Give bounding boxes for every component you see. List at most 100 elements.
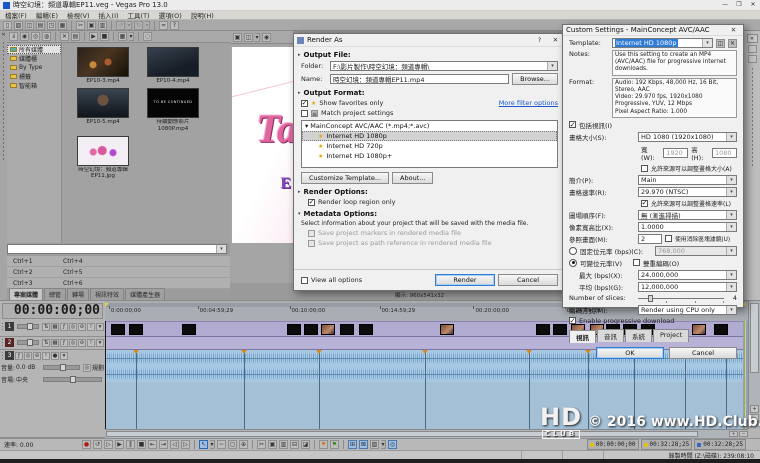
selection-edit-tool-button[interactable]: ◻ bbox=[228, 440, 237, 449]
make-compositing-child-icon[interactable]: ⇅ bbox=[42, 323, 50, 331]
view-all-options-checkbox[interactable] bbox=[301, 277, 308, 284]
compositing-mode-dropdown-icon[interactable]: ▾ bbox=[96, 339, 104, 347]
folder-combobox[interactable]: F:\影片製作\時空幻境：頻道專輯\▾ bbox=[330, 61, 558, 71]
audio-track-events[interactable] bbox=[105, 350, 743, 429]
framerate-combobox[interactable]: 29.970 (NTSC)▾ bbox=[638, 187, 737, 197]
event-boundary[interactable] bbox=[136, 350, 137, 429]
customize-template-button[interactable]: Customize Template... bbox=[301, 172, 389, 184]
undo-dropdown-icon[interactable]: ▾ bbox=[127, 21, 132, 30]
slices-slider[interactable] bbox=[638, 294, 724, 303]
pixel-aspect-combobox[interactable]: 1.0000▾ bbox=[638, 222, 737, 232]
audio-track-header[interactable]: 3 ƒ◎⊘!●▾ 音量: 0.0 dB ◎ 規劃 音場: 中央 bbox=[0, 350, 105, 438]
get-media-from-web-icon[interactable]: ◍ bbox=[42, 32, 51, 41]
import-media-icon[interactable]: ⇓ bbox=[9, 32, 18, 41]
cbr-radio[interactable] bbox=[569, 247, 577, 255]
timecode-display[interactable]: 00:00:00;00 bbox=[2, 303, 103, 319]
profile-combobox[interactable]: Main▾ bbox=[638, 175, 737, 185]
pin-panel-icon[interactable] bbox=[748, 45, 757, 53]
cancel-button[interactable]: Cancel bbox=[498, 274, 558, 286]
mute-icon[interactable]: ⊘ bbox=[78, 339, 86, 347]
panel-tab[interactable]: 媒體產生器 bbox=[125, 288, 165, 300]
render-template-row[interactable]: ★ Internet HD 1080p+ bbox=[302, 151, 557, 161]
ripple-mode-dropdown[interactable]: ▾ bbox=[381, 440, 386, 449]
track-fx-icon[interactable]: ƒ bbox=[60, 323, 68, 331]
include-video-checkbox[interactable] bbox=[569, 121, 576, 128]
minimize-button[interactable]: — bbox=[718, 0, 732, 10]
go-to-end-button[interactable]: ⇥ bbox=[159, 440, 168, 449]
enable-snapping-icon[interactable]: ≍ bbox=[159, 21, 168, 30]
panel-tab[interactable]: 轉場 bbox=[67, 288, 89, 300]
menu-item[interactable]: 選項(O) bbox=[159, 10, 182, 20]
preview-quality-icon[interactable]: ◫ bbox=[244, 33, 253, 42]
help-button[interactable]: ? bbox=[533, 35, 546, 45]
progressive-download-checkbox[interactable] bbox=[569, 317, 576, 324]
maximize-button[interactable]: ❐ bbox=[732, 0, 746, 10]
rate-label[interactable]: 速率: 0.00 bbox=[4, 440, 80, 449]
event-boundary[interactable] bbox=[244, 350, 245, 429]
clip-thumbnail[interactable] bbox=[359, 324, 373, 335]
cut-events-button[interactable]: ✂ bbox=[257, 440, 266, 449]
volume-slider[interactable] bbox=[43, 365, 80, 370]
event-boundary[interactable] bbox=[726, 350, 727, 429]
event-boundary[interactable] bbox=[588, 350, 589, 429]
scrollbar-thumb[interactable] bbox=[106, 431, 698, 437]
views-icon[interactable]: ▦ bbox=[118, 32, 127, 41]
normal-edit-tool-button[interactable]: ↖ bbox=[199, 440, 208, 449]
menu-item[interactable]: 編輯(E) bbox=[36, 10, 58, 20]
paste-events-button[interactable]: ▥ bbox=[279, 440, 288, 449]
copy-icon[interactable]: ▣ bbox=[87, 21, 96, 30]
ignore-event-grouping-button[interactable]: ▧ bbox=[370, 440, 379, 449]
close-button[interactable]: ✕ bbox=[549, 35, 562, 45]
media-item[interactable]: EP10-5.mp4 bbox=[70, 88, 136, 132]
close-panel-icon[interactable]: ✕ bbox=[747, 34, 758, 43]
views-dropdown-icon[interactable]: ▾ bbox=[129, 32, 134, 41]
event-boundary[interactable] bbox=[634, 350, 635, 429]
clip-thumbnail[interactable] bbox=[111, 324, 125, 335]
media-item[interactable]: EP10-3.mp4 bbox=[70, 47, 136, 84]
selection-start-field[interactable]: 00:00:00;00 bbox=[587, 439, 639, 450]
name-input[interactable]: 時空幻境：頻道專輯EP11.mp4 bbox=[330, 74, 509, 84]
show-favorites-checkbox[interactable] bbox=[301, 100, 308, 107]
mute-icon[interactable]: ⊘ bbox=[78, 323, 86, 331]
about-button[interactable]: About... bbox=[392, 172, 433, 184]
template-combobox[interactable]: Internet HD 1080p▾ bbox=[612, 38, 713, 48]
arm-for-record-icon[interactable]: ● bbox=[51, 352, 59, 360]
delete-template-icon[interactable]: ✕ bbox=[728, 39, 737, 48]
zoom-out-button[interactable]: − bbox=[739, 431, 748, 437]
copy-snapshot-icon[interactable]: ◉ bbox=[262, 33, 271, 42]
track-fx-icon[interactable]: ƒ bbox=[15, 352, 23, 360]
track-fx-icon[interactable]: ƒ bbox=[60, 339, 68, 347]
field-order-combobox[interactable]: 無 (漸進掃描)▾ bbox=[638, 210, 737, 220]
whats-this-help-icon[interactable]: ? bbox=[170, 21, 179, 30]
clip-thumbnail[interactable] bbox=[440, 324, 454, 335]
media-bin-folder[interactable]: 媒體櫃 bbox=[7, 54, 61, 63]
browse-button[interactable]: Browse... bbox=[512, 73, 558, 85]
render-template-row[interactable]: ★ Internet HD 720p bbox=[302, 141, 557, 151]
media-item[interactable]: TO BE CONTINUED 待續動態影片 1080P.mp4 bbox=[140, 88, 206, 132]
more-filter-options-link[interactable]: More filter options bbox=[499, 99, 558, 107]
go-to-start-button[interactable]: ⇤ bbox=[148, 440, 157, 449]
redo-icon[interactable]: ↻ bbox=[134, 21, 143, 30]
event-boundary[interactable] bbox=[319, 350, 320, 429]
pause-button[interactable]: ‖ bbox=[126, 440, 135, 449]
track-motion-icon[interactable]: ▦ bbox=[51, 339, 59, 347]
event-boundary[interactable] bbox=[685, 350, 686, 429]
settings-tab[interactable]: Project bbox=[653, 329, 689, 342]
play-from-start-button[interactable]: ▷ bbox=[104, 440, 113, 449]
event-boundary[interactable] bbox=[529, 350, 530, 429]
search-media-icon[interactable]: ◌ bbox=[143, 32, 152, 41]
allow-adjust-framerate-checkbox[interactable] bbox=[641, 200, 648, 207]
pan-slider[interactable] bbox=[43, 377, 102, 382]
reference-frames-input[interactable]: 2 bbox=[638, 234, 662, 244]
clip-thumbnail[interactable] bbox=[129, 324, 143, 335]
copy-events-button[interactable]: ▣ bbox=[268, 440, 277, 449]
trim-event-button[interactable]: ⊟ bbox=[290, 440, 299, 449]
play-button[interactable]: ▶ bbox=[115, 440, 124, 449]
media-bin-folder[interactable]: 智能箱 bbox=[7, 81, 61, 90]
panel-tab[interactable]: 專案媒體 bbox=[9, 288, 43, 300]
paste-icon[interactable]: ▥ bbox=[98, 21, 107, 30]
section-arrow-icon[interactable]: ▸ bbox=[298, 52, 301, 58]
save-template-icon[interactable]: ◫ bbox=[716, 39, 725, 48]
match-project-checkbox[interactable] bbox=[301, 110, 308, 117]
zoom-in-vertical-button[interactable]: + bbox=[750, 405, 759, 413]
